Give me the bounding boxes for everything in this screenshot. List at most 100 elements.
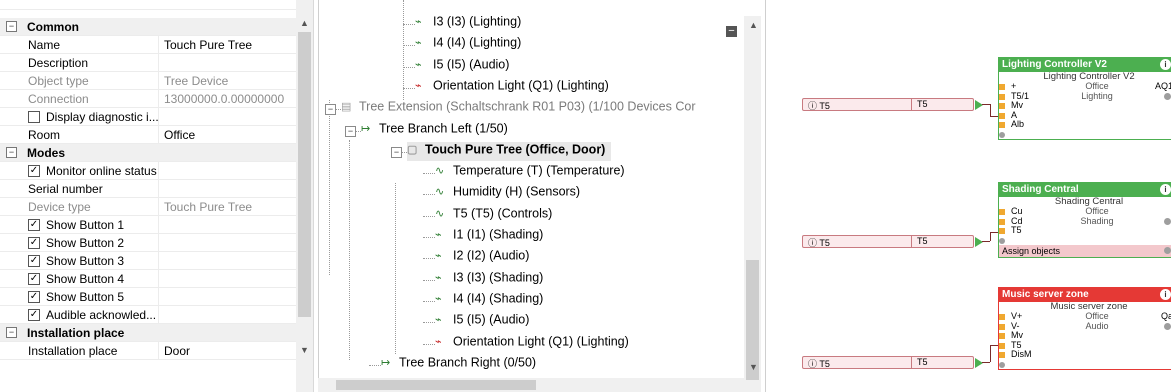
collapse-icon[interactable]: − [6,21,17,32]
property-row[interactable]: Display diagnostic i... [0,108,300,126]
tree-item[interactable]: ↦ Tree Branch Right (0/50) [381,355,536,375]
collapse-icon[interactable]: − [6,147,17,158]
checkbox[interactable]: ✓ [28,237,40,249]
category-label: Installation place [27,326,125,340]
property-row[interactable] [0,0,300,10]
tree-item[interactable]: ⌁ Orientation Light (Q1) (Lighting) [435,334,629,354]
function-block[interactable]: Lighting Controller V2 i Lighting Controll… [998,57,1171,140]
output-port[interactable] [1164,217,1171,225]
collapse-icon[interactable]: − [6,327,17,338]
output-port[interactable] [1164,322,1171,330]
tree-item[interactable]: ⌁ Orientation Light (Q1) (Lighting) [415,78,609,98]
tree-item[interactable]: ⌁ I3 (I3) (Shading) [435,270,543,290]
add-input-icon[interactable] [999,236,1171,246]
column-divider [158,126,159,143]
tree-item[interactable]: ▤ Tree Extension (Schaltschrank R01 P03) … [341,99,696,119]
scroll-up-icon[interactable]: ▲ [300,18,309,28]
input-port[interactable]: A [999,109,1171,121]
checkbox[interactable]: ✓ [28,309,40,321]
tree-item[interactable]: ∿ Temperature (T) (Temperature) [435,163,625,183]
tree-item[interactable]: ⌁ I5 (I5) (Audio) [415,57,509,77]
tree-item[interactable]: ⌁ I1 (I1) (Shading) [435,227,543,247]
property-name: Monitor online status [46,164,157,178]
info-icon[interactable]: i [1160,289,1171,300]
property-row[interactable]: Connection 13000000.0.00000000 [0,90,300,108]
property-row[interactable]: Device type Touch Pure Tree [0,198,300,216]
property-row[interactable]: ✓ Show Button 1 [0,216,300,234]
property-value[interactable]: Touch Pure Tree [164,38,300,52]
property-row[interactable]: Description [0,54,300,72]
input-port[interactable]: T5/1 Lighting [999,91,1171,102]
input-port[interactable]: Cd Shading [999,216,1171,227]
properties-scrollbar-thumb[interactable] [298,32,311,317]
checkbox[interactable]: ✓ [28,165,40,177]
checkbox[interactable] [28,111,40,123]
column-divider [911,357,912,368]
input-reference-block[interactable]: ⓘ T5 T5 [802,356,983,369]
tree-item[interactable]: ↦ Tree Branch Left (1/50) [361,121,508,141]
tree-item[interactable]: ∿ Humidity (H) (Sensors) [435,184,580,204]
checkbox[interactable]: ✓ [28,219,40,231]
input-port[interactable]: Alb [999,119,1171,130]
input-port[interactable]: V- Audio [999,321,1171,332]
property-value[interactable]: Office [164,128,300,142]
checkbox[interactable]: ✓ [28,291,40,303]
checkbox[interactable]: ✓ [28,255,40,267]
block-header[interactable]: Music server zone i [999,288,1171,302]
info-icon[interactable]: i [1160,59,1171,70]
collapse-icon[interactable]: − [325,104,336,116]
property-row[interactable]: ✓ Show Button 4 [0,270,300,288]
property-row[interactable]: Room Office [0,126,300,144]
output-port[interactable] [1164,92,1171,100]
add-input-icon[interactable] [999,360,1171,370]
property-name: Description [28,56,89,70]
port-label: A [1011,109,1018,120]
property-row[interactable]: Serial number [0,180,300,198]
tree-connector [423,173,435,175]
add-input-icon[interactable] [999,130,1171,140]
property-value[interactable]: Door [164,344,300,358]
scroll-down-icon[interactable]: ▼ [749,362,758,372]
input-port[interactable]: Mv [999,100,1171,111]
tree-item[interactable]: ⌁ I4 (I4) (Lighting) [415,35,521,55]
input-reference-block[interactable]: ⓘ T5 T5 [802,235,983,248]
input-value: T5 [917,357,928,367]
assign-objects-button[interactable]: Assign objects [999,245,1171,257]
property-row[interactable]: ✓ Show Button 3 [0,252,300,270]
branch-icon: ↦ [381,356,391,369]
input-icon: ⌁ [415,16,422,28]
property-name: Object type [28,74,89,88]
function-block[interactable]: Shading Central i Shading Central Cu Office C… [998,182,1171,258]
function-block[interactable]: Music server zone i Music server zone V+ Off… [998,287,1171,370]
output-port[interactable] [1164,247,1171,254]
tree-horizontal-scrollbar-thumb[interactable] [336,380,536,390]
collapse-icon[interactable]: − [391,146,402,158]
property-row[interactable]: ✓ Show Button 2 [0,234,300,252]
tree-item[interactable]: ⌁ I5 (I5) (Audio) [435,312,529,332]
tree-item[interactable]: ⌁ I2 (I2) (Audio) [435,248,529,268]
block-header[interactable]: Shading Central i [999,183,1171,197]
block-header[interactable]: Lighting Controller V2 i [999,58,1171,72]
checkbox[interactable]: ✓ [28,273,40,285]
property-row[interactable]: ✓ Monitor online status [0,162,300,180]
program-canvas[interactable]: ⓘ T5 T5 ⓘ T5 T5 ⓘ T5 T5 Lighting Controller V2… [766,0,1171,392]
collapse-all-button[interactable]: − [726,26,737,37]
input-port[interactable]: DisM [999,349,1171,360]
property-row[interactable]: ✓ Show Button 5 [0,288,300,306]
collapse-icon[interactable]: − [345,125,356,137]
property-row[interactable]: Object type Tree Device [0,72,300,90]
tree-item[interactable]: ⌁ I4 (I4) (Shading) [435,291,543,311]
input-reference-block[interactable]: ⓘ T5 T5 [802,98,983,111]
tree-item[interactable]: ⌁ I3 (I3) (Lighting) [415,14,521,34]
input-port[interactable]: T5 [999,225,1171,236]
tree-item[interactable]: ▢ Touch Pure Tree (Office, Door) [407,141,612,161]
input-port[interactable]: Mv [999,330,1171,341]
tree-item-label: I1 (I1) (Shading) [453,227,544,242]
scroll-up-icon[interactable]: ▲ [749,20,758,30]
scroll-down-icon[interactable]: ▼ [300,345,309,355]
info-icon[interactable]: i [1160,184,1171,195]
property-row[interactable]: Installation place Door [0,342,300,360]
tree-item[interactable]: ∿ T5 (T5) (Controls) [435,206,552,226]
property-row[interactable]: ✓ Audible acknowled... [0,306,300,324]
property-row[interactable]: Name Touch Pure Tree [0,36,300,54]
